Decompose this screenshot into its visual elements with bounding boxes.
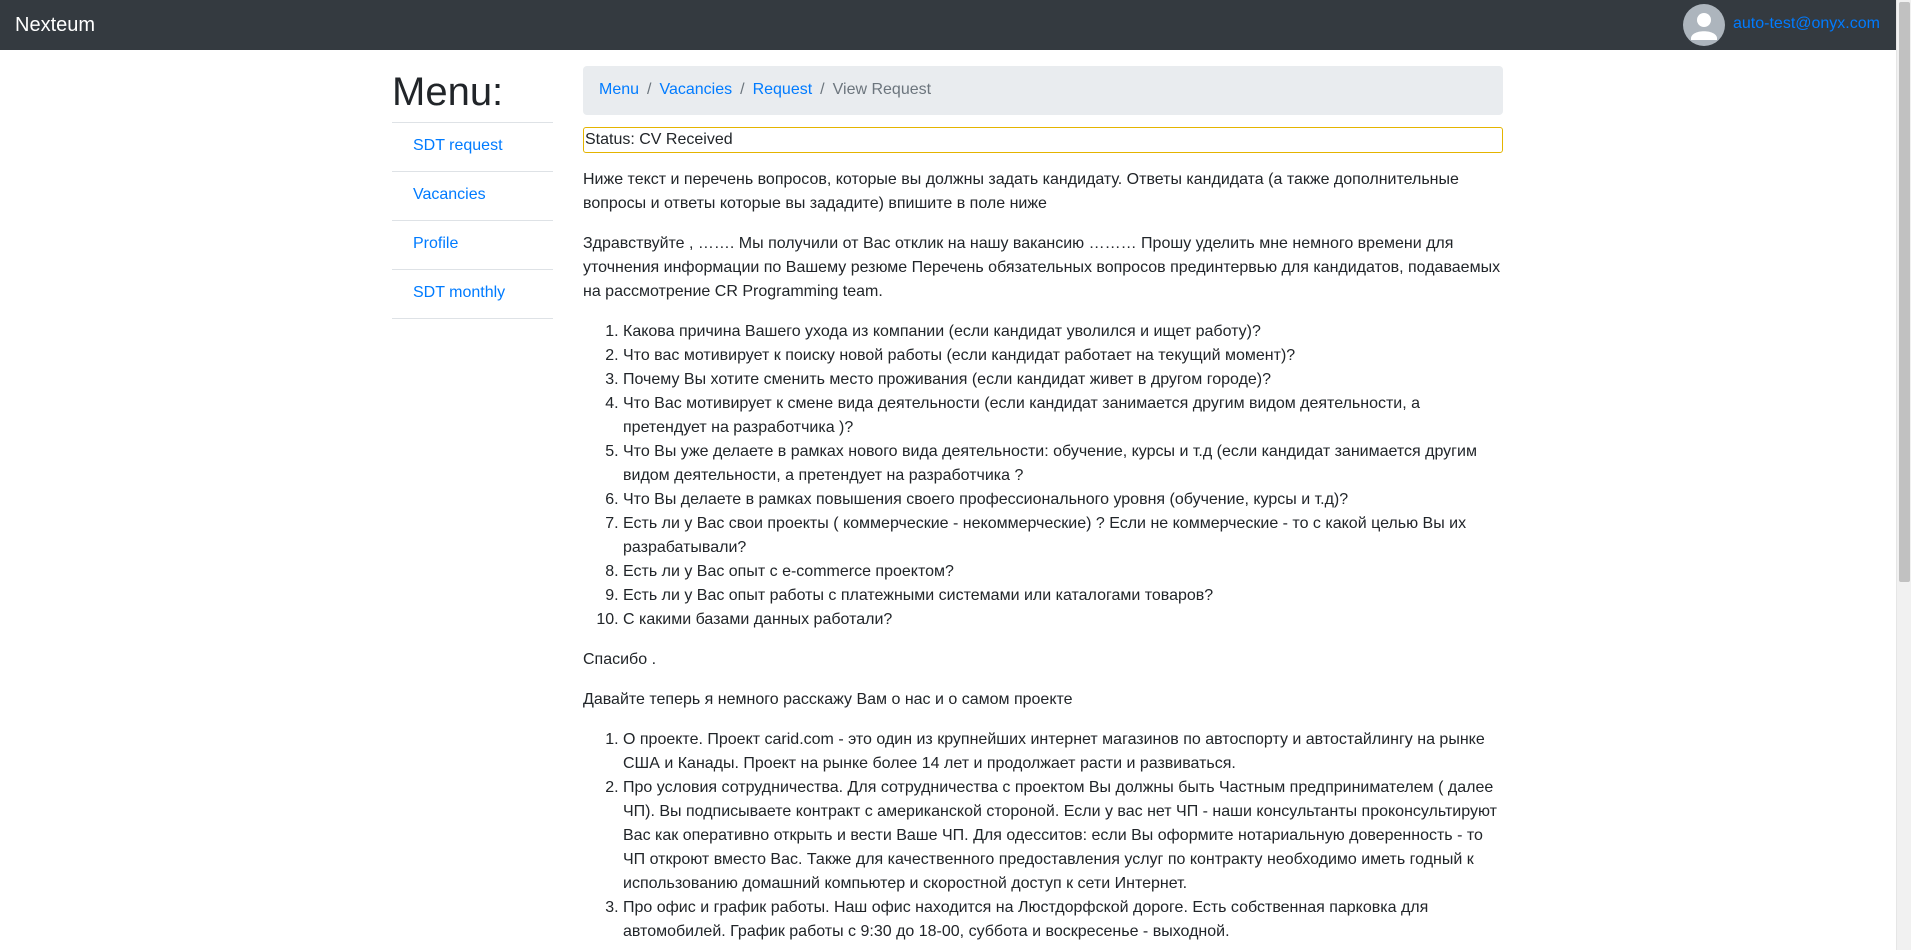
greeting-paragraph: Здравствуйте , ……. Мы получили от Вас от… (583, 235, 1501, 300)
breadcrumb-current: View Request (832, 81, 932, 98)
breadcrumb: Menu / Vacancies / Request / View Request (583, 66, 1503, 115)
breadcrumb-separator: / (647, 81, 652, 98)
status-badge: Status: CV Received (583, 127, 1503, 153)
question-item: Почему Вы хотите сменить место проживани… (623, 368, 1503, 392)
sidebar-menu: Menu: SDT request Vacancies Profile SDT … (392, 62, 553, 319)
question-item: Что Вы уже делаете в рамках нового вида … (623, 440, 1503, 488)
menu-item-sdt-request: SDT request (392, 123, 553, 172)
menu-item-sdt-monthly: SDT monthly (392, 270, 553, 319)
menu-title: Menu: (392, 70, 504, 114)
intro-paragraph: Ниже текст и перечень вопросов, которые … (583, 171, 1459, 212)
question-item: Что вас мотивирует к поиску новой работы… (623, 344, 1503, 368)
menu-item-profile: Profile (392, 221, 553, 270)
question-item: Какова причина Вашего ухода из компании … (623, 320, 1503, 344)
question-item: Есть ли у Вас опыт работы с платежными с… (623, 584, 1503, 608)
page-scrollbar[interactable] (1896, 0, 1911, 950)
brand-link[interactable]: Nexteum (15, 13, 95, 37)
scrollbar-thumb[interactable] (1899, 2, 1910, 582)
thanks-paragraph: Спасибо . (583, 651, 657, 668)
questions-list: Какова причина Вашего ухода из компании … (583, 320, 1503, 632)
about-item: О проекте. Проект carid.com - это один и… (623, 728, 1503, 776)
menu-link-profile[interactable]: Profile (413, 235, 458, 252)
breadcrumb-separator: / (820, 81, 825, 98)
menu-link-sdt-monthly[interactable]: SDT monthly (413, 284, 505, 301)
breadcrumb-vacancies-link[interactable]: Vacancies (659, 81, 732, 98)
user-email-link[interactable]: auto-test@onyx.com (1733, 14, 1880, 34)
menu-link-vacancies[interactable]: Vacancies (413, 186, 486, 203)
question-item: С какими базами данных работали? (623, 608, 1503, 632)
menu-list: SDT request Vacancies Profile SDT monthl… (392, 122, 553, 319)
about-item: Про офис и график работы. Наш офис наход… (623, 896, 1503, 944)
about-item: Про условия сотрудничества. Для сотрудни… (623, 776, 1503, 896)
top-navbar: Nexteum auto-test@onyx.com (0, 0, 1896, 50)
main-content: Menu / Vacancies / Request / View Request Stat… (583, 66, 1503, 950)
about-intro-paragraph: Давайте теперь я немного расскажу Вам о … (583, 691, 1073, 708)
menu-link-sdt-request[interactable]: SDT request (413, 137, 503, 154)
question-item: Есть ли у Вас опыт с e-commerce проектом… (623, 560, 1503, 584)
question-item: Что Вы делаете в рамках повышения своего… (623, 488, 1503, 512)
breadcrumb-separator: / (740, 81, 745, 98)
breadcrumb-menu-link[interactable]: Menu (599, 81, 639, 98)
breadcrumb-request-link[interactable]: Request (753, 81, 813, 98)
question-item: Что Вас мотивирует к смене вида деятельн… (623, 392, 1503, 440)
menu-item-vacancies: Vacancies (392, 172, 553, 221)
user-avatar-icon[interactable] (1683, 4, 1725, 46)
question-item: Есть ли у Вас свои проекты ( коммерчески… (623, 512, 1503, 560)
about-list: О проекте. Проект carid.com - это один и… (583, 728, 1503, 944)
request-text: Ниже текст и перечень вопросов, которые … (583, 168, 1503, 944)
